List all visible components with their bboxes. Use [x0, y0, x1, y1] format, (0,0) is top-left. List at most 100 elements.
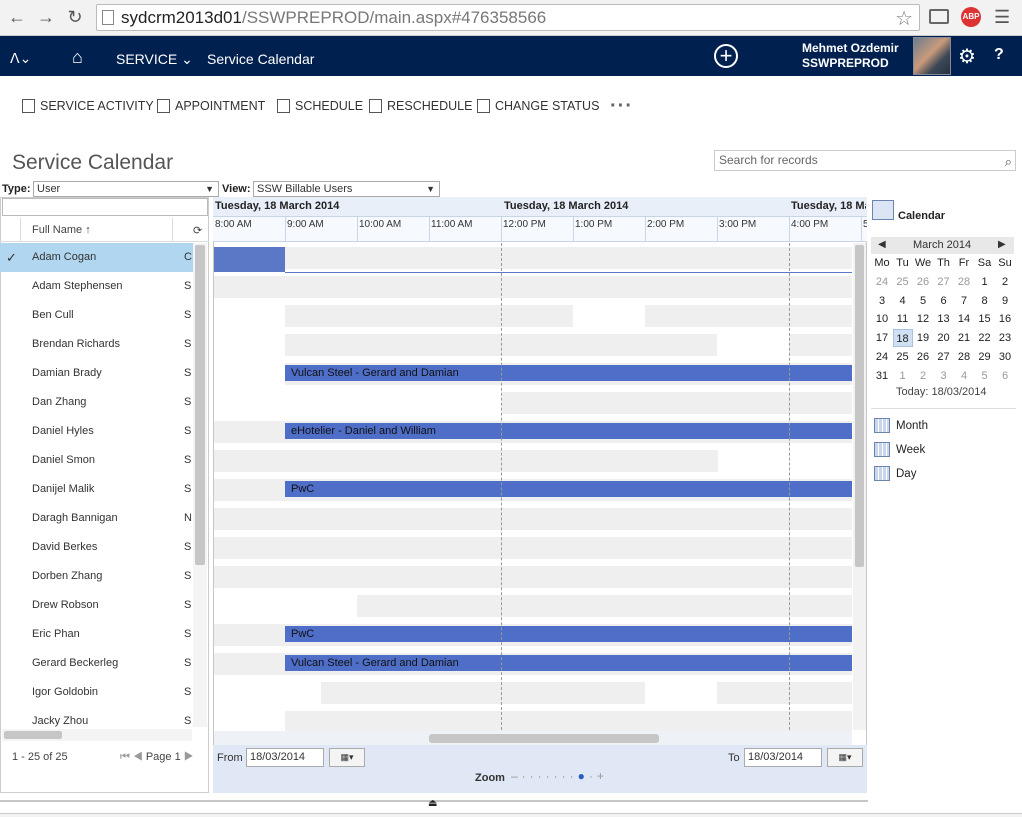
service-menu[interactable]: SERVICE ⌄ — [116, 36, 193, 76]
cast-icon[interactable] — [929, 9, 949, 24]
today-label[interactable]: Today: 18/03/2014 — [896, 386, 987, 398]
calendar-day[interactable]: 28 — [954, 273, 974, 291]
service-activity-button[interactable]: SERVICE ACTIVITY — [22, 96, 154, 116]
bookmark-star-icon[interactable]: ☆ — [895, 7, 913, 32]
table-row[interactable]: Daragh Bannigan N — [0, 504, 193, 533]
table-row[interactable]: Drew Robson S — [0, 591, 193, 620]
calendar-day[interactable]: 22 — [975, 329, 995, 347]
schedule-row[interactable] — [214, 678, 852, 707]
gear-icon[interactable]: ⚙ — [958, 44, 976, 69]
table-row[interactable]: Ben Cull S — [0, 301, 193, 330]
calendar-day[interactable]: 6 — [934, 292, 954, 310]
avatar[interactable] — [913, 37, 951, 75]
service-activity-event[interactable]: Vulcan Steel - Gerard and Damian — [285, 365, 852, 381]
table-row[interactable]: David Berkes S — [0, 533, 193, 562]
calendar-day[interactable]: 28 — [954, 348, 974, 366]
calendar-day[interactable]: 2 — [995, 273, 1015, 291]
schedule-row[interactable] — [214, 591, 852, 620]
calendar-day[interactable]: 24 — [872, 273, 892, 291]
help-icon[interactable]: ? — [994, 46, 1004, 64]
next-month-icon[interactable]: ▶ — [998, 239, 1006, 250]
service-activity-event[interactable]: PwC — [285, 626, 852, 642]
calendar-day[interactable]: 17 — [872, 329, 892, 347]
calendar-day[interactable]: 30 — [995, 348, 1015, 366]
table-row[interactable]: Dan Zhang S — [0, 388, 193, 417]
calendar-day[interactable]: 4 — [954, 367, 974, 385]
calendar-day[interactable]: 24 — [872, 348, 892, 366]
adblock-icon[interactable]: ABP — [961, 7, 981, 27]
day-view-button[interactable]: Day — [874, 466, 916, 481]
calendar-day[interactable]: 18 — [892, 329, 913, 348]
calendar-day[interactable]: 2 — [913, 367, 933, 385]
schedule-row[interactable] — [214, 446, 852, 475]
calendar-day[interactable]: 27 — [934, 273, 954, 291]
full-name-header[interactable]: Full Name ↑ — [32, 224, 91, 236]
month-view-button[interactable]: Month — [874, 418, 928, 433]
table-row[interactable]: ✓ Adam Cogan C — [0, 243, 193, 272]
schedule-row[interactable] — [214, 330, 852, 359]
create-plus-icon[interactable]: + — [714, 44, 738, 68]
table-row[interactable]: Daniel Smon S — [0, 446, 193, 475]
calendar-day[interactable]: 23 — [995, 329, 1015, 347]
schedule-row[interactable] — [214, 504, 852, 533]
appointment-button[interactable]: APPOINTMENT — [157, 96, 265, 116]
service-activity-event[interactable]: PwC — [285, 481, 852, 497]
list-scroll-thumb[interactable] — [195, 245, 205, 565]
table-row[interactable]: Daniel Hyles S — [0, 417, 193, 446]
next-page-icon[interactable]: ▶ — [184, 751, 194, 763]
browser-menu-icon[interactable]: ☰ — [994, 7, 1010, 28]
table-row[interactable]: Dorben Zhang S — [0, 562, 193, 591]
splitter-up-icon[interactable]: ⏏ — [428, 798, 437, 809]
reschedule-button[interactable]: RESCHEDULE — [369, 96, 472, 116]
calendar-day[interactable]: 21 — [954, 329, 974, 347]
calendar-day[interactable]: 14 — [954, 310, 974, 328]
calendar-day[interactable]: 31 — [872, 367, 892, 385]
previous-month-icon[interactable]: ◀ — [878, 239, 886, 250]
schedule-row[interactable] — [214, 272, 852, 301]
schedule-row[interactable] — [214, 562, 852, 591]
calendar-day[interactable]: 13 — [934, 310, 954, 328]
table-row[interactable]: Damian Brady S — [0, 359, 193, 388]
week-view-button[interactable]: Week — [874, 442, 925, 457]
schedule-row[interactable] — [214, 243, 852, 272]
service-activity-event[interactable]: eHotelier - Daniel and William — [285, 423, 852, 439]
schedule-button[interactable]: SCHEDULE — [277, 96, 363, 116]
calendar-day[interactable]: 7 — [954, 292, 974, 310]
calendar-day[interactable]: 1 — [893, 367, 913, 385]
from-calendar-icon[interactable]: ▦▾ — [329, 748, 365, 767]
view-select[interactable]: SSW Billable Users ▼ — [253, 181, 440, 197]
from-date-input[interactable]: 18/03/2014 — [246, 748, 324, 767]
calendar-day[interactable]: 27 — [934, 348, 954, 366]
search-icon[interactable]: ⌕ — [1005, 152, 1012, 171]
calendar-day[interactable]: 15 — [975, 310, 995, 328]
calendar-day[interactable]: 8 — [975, 292, 995, 310]
table-row[interactable]: Danijel Malik S — [0, 475, 193, 504]
dynamics-logo-icon[interactable]: ⴷ⌄ — [10, 36, 31, 76]
change-status-button[interactable]: CHANGE STATUS — [477, 96, 599, 116]
forward-icon[interactable]: → — [35, 6, 57, 28]
schedule-row[interactable] — [214, 533, 852, 562]
previous-page-icon[interactable]: ◀ — [133, 751, 143, 763]
address-bar[interactable]: sydcrm2013d01/SSWPREPROD/main.aspx#47635… — [96, 4, 920, 31]
type-select[interactable]: User ▼ — [33, 181, 219, 197]
calendar-day[interactable]: 12 — [913, 310, 933, 328]
schedule-scroll-thumb[interactable] — [855, 245, 864, 567]
calendar-day[interactable]: 29 — [975, 348, 995, 366]
calendar-day[interactable]: 1 — [975, 273, 995, 291]
home-icon[interactable]: ⌂ — [72, 36, 83, 76]
zoom-slider[interactable]: –·······●·+ — [511, 769, 608, 783]
calendar-day[interactable]: 16 — [995, 310, 1015, 328]
first-page-icon[interactable]: ⏮ — [120, 751, 130, 763]
calendar-day[interactable]: 26 — [913, 348, 933, 366]
calendar-day[interactable]: 3 — [872, 292, 892, 310]
schedule-row[interactable] — [214, 301, 852, 330]
calendar-day[interactable]: 5 — [913, 292, 933, 310]
calendar-day[interactable]: 19 — [913, 329, 933, 347]
calendar-day[interactable]: 26 — [913, 273, 933, 291]
calendar-day[interactable]: 25 — [893, 273, 913, 291]
calendar-day[interactable]: 5 — [975, 367, 995, 385]
area-label[interactable]: Service Calendar — [207, 36, 314, 76]
calendar-day[interactable]: 3 — [934, 367, 954, 385]
to-date-input[interactable]: 18/03/2014 — [744, 748, 822, 767]
calendar-day[interactable]: 11 — [893, 310, 913, 328]
